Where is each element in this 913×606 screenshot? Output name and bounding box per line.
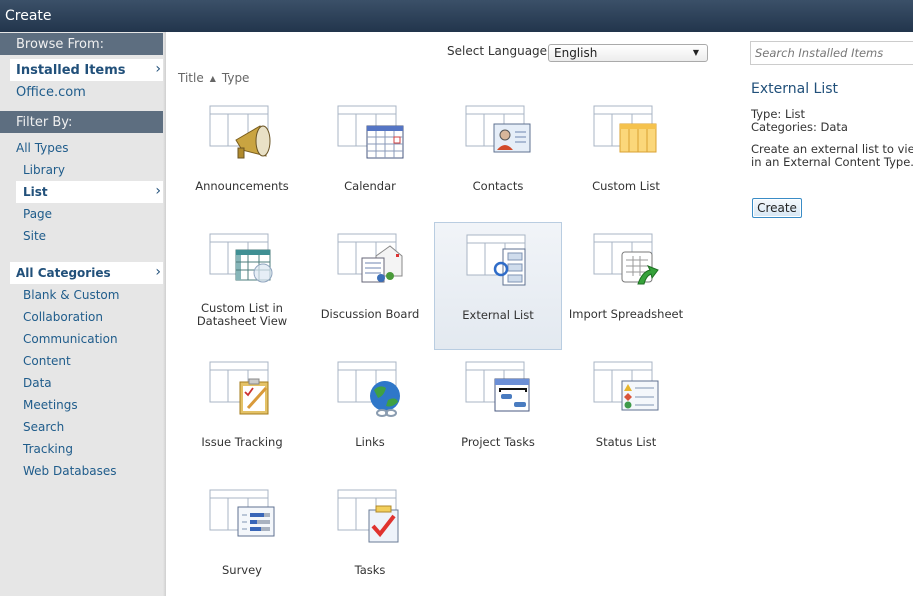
chevron-right-icon: › <box>155 264 161 280</box>
language-select[interactable]: English ▼ <box>548 44 708 62</box>
tile-status-list[interactable]: Status List <box>562 350 690 478</box>
language-label: Select Language: <box>447 44 552 58</box>
status-icon <box>593 361 659 411</box>
tile-discussion-board[interactable]: Discussion Board <box>306 222 434 350</box>
task-check-icon <box>337 489 399 543</box>
tile-label: Status List <box>595 435 657 449</box>
filter-category-collaboration[interactable]: Collaboration <box>0 306 165 328</box>
selected-item-title: External List <box>751 81 839 97</box>
tile-label: Calendar <box>344 179 396 193</box>
contact-card-icon <box>465 105 531 153</box>
browse-office-com[interactable]: Office.com <box>0 81 165 103</box>
tile-links[interactable]: Links <box>306 350 434 478</box>
external-list-icon <box>466 234 526 286</box>
selected-item-description: Create an external list to view in an Ex… <box>751 142 913 169</box>
tile-label: Links <box>355 435 385 449</box>
filter-category-search[interactable]: Search <box>0 416 165 438</box>
tile-label: Tasks <box>354 563 386 577</box>
tile-label: Custom List <box>592 179 660 193</box>
filter-category-web-databases[interactable]: Web Databases <box>0 460 165 482</box>
tile-label: Contacts <box>472 179 524 193</box>
custom-list-icon <box>593 105 657 153</box>
tile-custom-list[interactable]: Custom List <box>562 94 690 222</box>
tile-label: Announcements <box>195 179 289 193</box>
datasheet-icon <box>209 233 273 283</box>
sort-ascending-icon: ▲ <box>209 74 216 83</box>
filter-category-meetings[interactable]: Meetings <box>0 394 165 416</box>
megaphone-icon <box>209 105 271 159</box>
sort-by-title[interactable]: Title <box>178 71 204 85</box>
filter-category-tracking[interactable]: Tracking <box>0 438 165 460</box>
browse-installed-items[interactable]: Installed Items › <box>10 59 165 81</box>
filter-type-library[interactable]: Library <box>0 159 165 181</box>
filter-type-all-types[interactable]: All Types <box>0 137 165 159</box>
dropdown-arrow-icon: ▼ <box>692 48 699 57</box>
clipboard-icon <box>209 361 269 415</box>
chevron-right-icon: › <box>155 183 161 199</box>
tile-label: Custom List in Datasheet View <box>196 301 288 328</box>
sidebar: Browse From: Installed Items › Office.co… <box>0 32 166 596</box>
search-installed-items-input[interactable]: Search Installed Items <box>750 41 913 65</box>
tile-survey[interactable]: Survey <box>178 478 306 606</box>
globe-link-icon <box>337 361 400 417</box>
main-panel: Select Language: English ▼ Title ▲ Type An… <box>167 32 737 596</box>
tile-tasks[interactable]: Tasks <box>306 478 434 606</box>
calendar-icon <box>337 105 404 159</box>
tile-project-tasks[interactable]: Project Tasks <box>434 350 562 478</box>
chevron-right-icon: › <box>155 61 161 77</box>
tile-label: Survey <box>221 563 262 577</box>
tile-import-spreadsheet[interactable]: Import Spreadsheet <box>562 222 690 350</box>
tile-label: External List <box>462 308 534 322</box>
filter-type-page[interactable]: Page <box>0 203 165 225</box>
filter-type-site[interactable]: Site <box>0 225 165 247</box>
survey-icon <box>209 489 275 537</box>
filter-category-content[interactable]: Content <box>0 350 165 372</box>
selected-item-meta: Type: List Categories: Data <box>751 108 848 134</box>
import-spreadsheet-icon <box>593 233 659 285</box>
gantt-icon <box>465 361 530 412</box>
tile-label: Import Spreadsheet <box>568 307 684 321</box>
filter-category-all[interactable]: All Categories › <box>10 262 165 284</box>
window-title: Create <box>0 0 913 32</box>
tile-announcements[interactable]: Announcements <box>178 94 306 222</box>
selected-item-categories: Categories: Data <box>751 120 848 134</box>
create-button[interactable]: Create <box>752 198 802 218</box>
tile-external-list[interactable]: External List <box>434 222 562 350</box>
tile-contacts[interactable]: Contacts <box>434 94 562 222</box>
tile-label: Discussion Board <box>320 307 420 321</box>
tile-issue-tracking[interactable]: Issue Tracking <box>178 350 306 478</box>
filter-type-list[interactable]: List › <box>16 181 165 203</box>
filter-category-blank-custom[interactable]: Blank & Custom <box>0 284 165 306</box>
details-panel: Search Installed Items External List Typ… <box>738 32 913 596</box>
tile-calendar[interactable]: Calendar <box>306 94 434 222</box>
browse-from-heading: Browse From: <box>0 33 165 55</box>
tile-label: Issue Tracking <box>201 435 283 449</box>
filter-category-data[interactable]: Data <box>0 372 165 394</box>
sort-by-type[interactable]: Type <box>222 71 250 85</box>
sort-bar: Title ▲ Type <box>178 71 249 85</box>
tile-label: Project Tasks <box>461 435 535 449</box>
discussion-icon <box>337 233 403 283</box>
filter-by-heading: Filter By: <box>0 111 165 133</box>
filter-category-communication[interactable]: Communication <box>0 328 165 350</box>
tile-custom-list-datasheet[interactable]: Custom List in Datasheet View <box>178 222 306 350</box>
